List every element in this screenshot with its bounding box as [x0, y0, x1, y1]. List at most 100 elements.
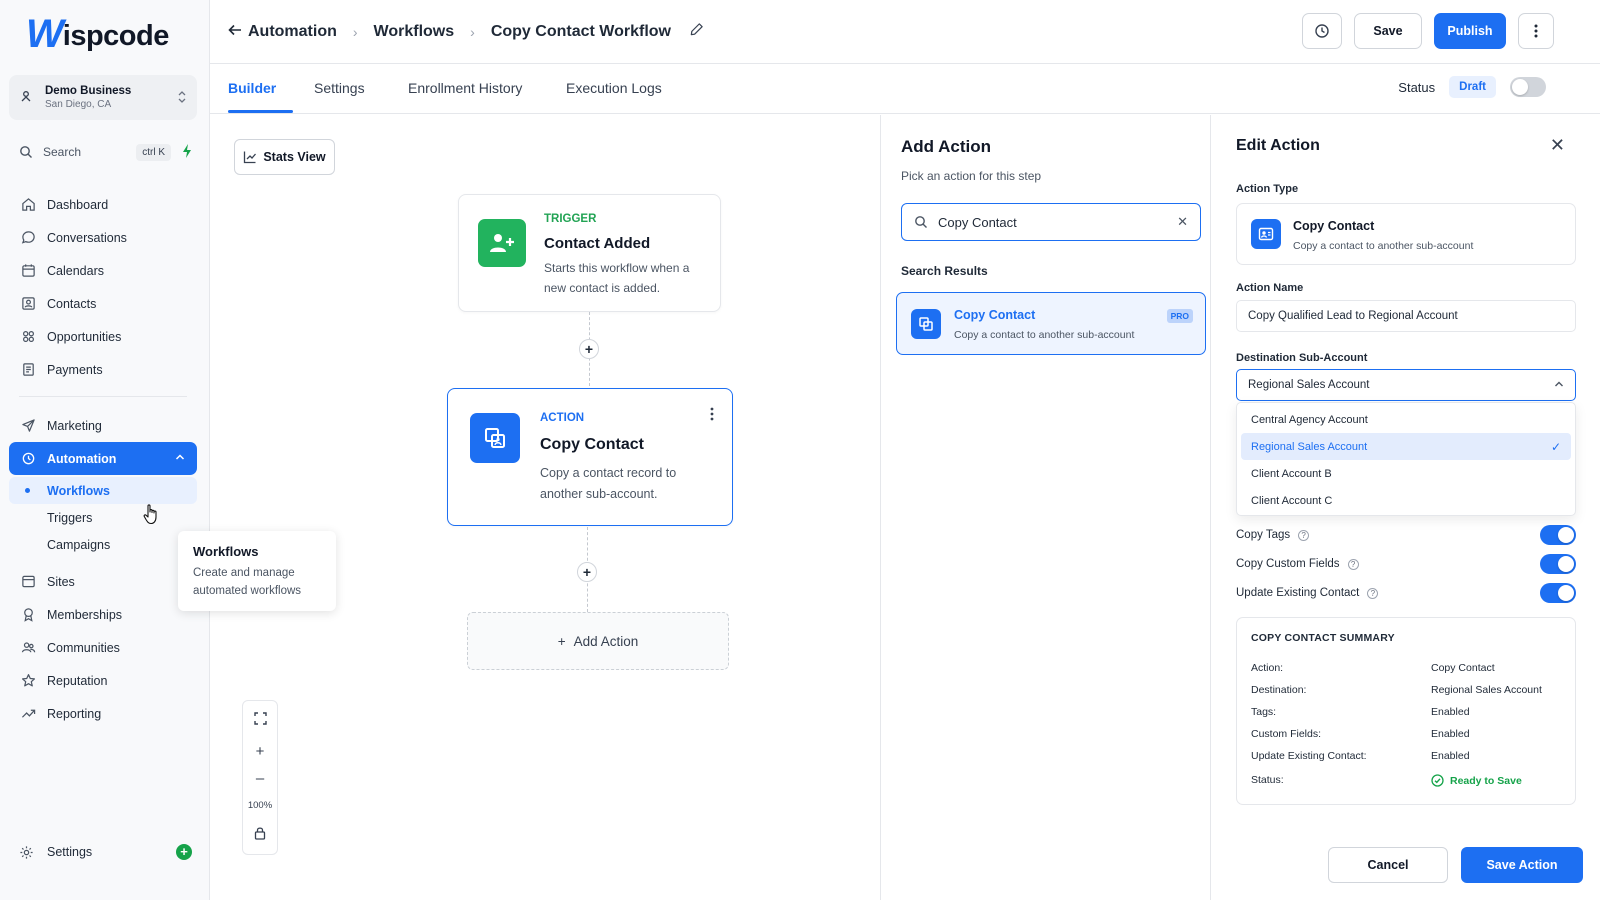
sidebar-item-communities[interactable]: Communities: [9, 631, 197, 664]
tab-builder[interactable]: Builder: [228, 80, 276, 96]
sidebar-item-dashboard[interactable]: Dashboard: [9, 188, 197, 221]
fit-view-button[interactable]: [243, 705, 277, 732]
save-action-button[interactable]: Save Action: [1461, 847, 1583, 883]
workflow-canvas[interactable]: Stats View TRIGGER Contact Added Starts …: [210, 115, 880, 900]
dropdown-option[interactable]: Client Account C: [1241, 487, 1571, 514]
pencil-icon[interactable]: [689, 22, 704, 42]
publish-button[interactable]: Publish: [1434, 13, 1506, 49]
summary-key: Status:: [1251, 774, 1284, 786]
destination-select[interactable]: Regional Sales Account: [1236, 369, 1576, 401]
edit-action-title: Edit Action: [1236, 137, 1320, 154]
help-icon[interactable]: ?: [1347, 558, 1359, 570]
clear-icon[interactable]: ✕: [1177, 214, 1188, 230]
stats-view-button[interactable]: Stats View: [234, 139, 335, 175]
add-icon[interactable]: +: [176, 844, 192, 860]
copy-custom-fields-toggle[interactable]: [1540, 554, 1576, 574]
sidebar-item-label: Dashboard: [47, 197, 109, 212]
sidebar-item-label: Opportunities: [47, 329, 122, 344]
dropdown-option-selected[interactable]: Regional Sales Account ✓: [1241, 433, 1571, 460]
action-description: Copy a contact record to another sub-acc…: [540, 466, 677, 501]
trigger-node[interactable]: TRIGGER Contact Added Starts this workfl…: [458, 194, 721, 312]
update-existing-toggle[interactable]: [1540, 583, 1576, 603]
tab-enrollment-history[interactable]: Enrollment History: [408, 80, 522, 96]
copy-tags-row: Copy Tags ?: [1236, 524, 1576, 546]
top-actions: Save Publish: [1302, 13, 1554, 49]
summary-key: Action:: [1251, 662, 1284, 674]
contact-card-icon: [1251, 219, 1281, 249]
sidebar-item-label: Reputation: [47, 673, 108, 688]
action-name-field[interactable]: Copy Qualified Lead to Regional Account: [1236, 300, 1576, 332]
save-button[interactable]: Save: [1354, 13, 1422, 49]
search-icon: [915, 216, 927, 228]
sidebar-subitem-triggers[interactable]: Triggers: [9, 504, 197, 531]
sidebar-item-memberships[interactable]: Memberships: [9, 598, 197, 631]
chat-icon: [19, 229, 37, 247]
bolt-icon[interactable]: [177, 143, 197, 161]
sidebar-item-settings[interactable]: Settings +: [9, 838, 197, 866]
add-action-placeholder[interactable]: + Add Action: [467, 612, 729, 670]
sidebar-nav-main: Dashboard Conversations Calendars Contac…: [9, 188, 197, 730]
lock-button[interactable]: [243, 819, 277, 846]
sidebar-subitem-label: Triggers: [47, 510, 93, 525]
sidebar-item-automation[interactable]: Automation: [9, 442, 197, 475]
action-name-value: Copy Qualified Lead to Regional Account: [1248, 310, 1458, 322]
breadcrumb-workflows[interactable]: Workflows: [374, 23, 455, 41]
sidebar-item-payments[interactable]: Payments: [9, 353, 197, 386]
copy-contact-icon: [911, 309, 941, 339]
summary-row: Tags: Enabled: [1251, 706, 1571, 718]
add-step-button[interactable]: +: [579, 339, 599, 359]
sidebar-item-conversations[interactable]: Conversations: [9, 221, 197, 254]
dropdown-option[interactable]: Central Agency Account: [1241, 406, 1571, 433]
action-node[interactable]: ACTION Copy Contact Copy a contact recor…: [447, 388, 733, 526]
stats-view-label: Stats View: [263, 150, 326, 164]
summary-value: Enabled: [1431, 706, 1470, 718]
kebab-icon: [1534, 24, 1538, 38]
status-text: Ready to Save: [1450, 774, 1522, 787]
zoom-out-button[interactable]: –: [243, 765, 277, 792]
dropdown-option[interactable]: Client Account B: [1241, 460, 1571, 487]
tab-active-indicator: [228, 110, 293, 113]
search-result-item[interactable]: Copy Contact Copy a contact to another s…: [896, 292, 1206, 355]
summary-key: Update Existing Contact:: [1251, 750, 1367, 762]
memberships-icon: [19, 606, 37, 624]
add-user-icon: [478, 219, 526, 267]
status-toggle[interactable]: [1510, 77, 1546, 97]
action-type-description: Copy a contact to another sub-account: [1293, 240, 1474, 252]
sidebar-item-label: Communities: [47, 640, 120, 655]
sidebar-item-marketing[interactable]: Marketing: [9, 409, 197, 442]
help-icon[interactable]: ?: [1298, 529, 1310, 541]
pro-badge: PRO: [1166, 309, 1193, 323]
edit-action-panel: Edit Action ✕ Action Type Copy Contact C…: [1210, 115, 1600, 900]
tab-execution-logs[interactable]: Execution Logs: [566, 80, 662, 96]
sidebar-subitem-workflows[interactable]: Workflows: [9, 477, 197, 504]
sidebar-item-reporting[interactable]: Reporting: [9, 697, 197, 730]
more-button[interactable]: [1518, 13, 1554, 49]
search-icon: [20, 146, 32, 158]
sidebar-item-contacts[interactable]: Contacts: [9, 287, 197, 320]
history-button[interactable]: [1302, 13, 1342, 49]
sidebar-item-opportunities[interactable]: Opportunities: [9, 320, 197, 353]
add-step-button[interactable]: +: [577, 562, 597, 582]
sidebar-search[interactable]: Search ctrl K: [9, 140, 197, 164]
action-search-input[interactable]: Copy Contact ✕: [901, 203, 1201, 241]
sidebar-subitem-campaigns[interactable]: Campaigns: [9, 531, 197, 558]
sites-icon: [19, 573, 37, 591]
hand-cursor-icon: [143, 503, 161, 530]
tab-settings[interactable]: Settings: [314, 80, 365, 96]
sidebar-item-sites[interactable]: Sites: [9, 565, 197, 598]
copy-tags-toggle[interactable]: [1540, 525, 1576, 545]
cancel-button[interactable]: Cancel: [1328, 847, 1448, 883]
kebab-icon[interactable]: [710, 407, 714, 426]
arrow-left-icon[interactable]: [228, 23, 242, 41]
breadcrumb-automation[interactable]: Automation: [248, 23, 337, 41]
help-icon[interactable]: ?: [1367, 587, 1379, 599]
sidebar-item-label: Marketing: [47, 418, 102, 433]
sidebar-item-label: Sites: [47, 574, 75, 589]
sidebar-item-reputation[interactable]: Reputation: [9, 664, 197, 697]
close-icon[interactable]: ✕: [1550, 135, 1565, 156]
send-icon: [19, 417, 37, 435]
zoom-in-button[interactable]: +: [243, 738, 277, 765]
sidebar-item-calendars[interactable]: Calendars: [9, 254, 197, 287]
business-switcher[interactable]: Demo Business San Diego, CA: [9, 75, 197, 120]
add-action-subtitle: Pick an action for this step: [901, 169, 1042, 183]
